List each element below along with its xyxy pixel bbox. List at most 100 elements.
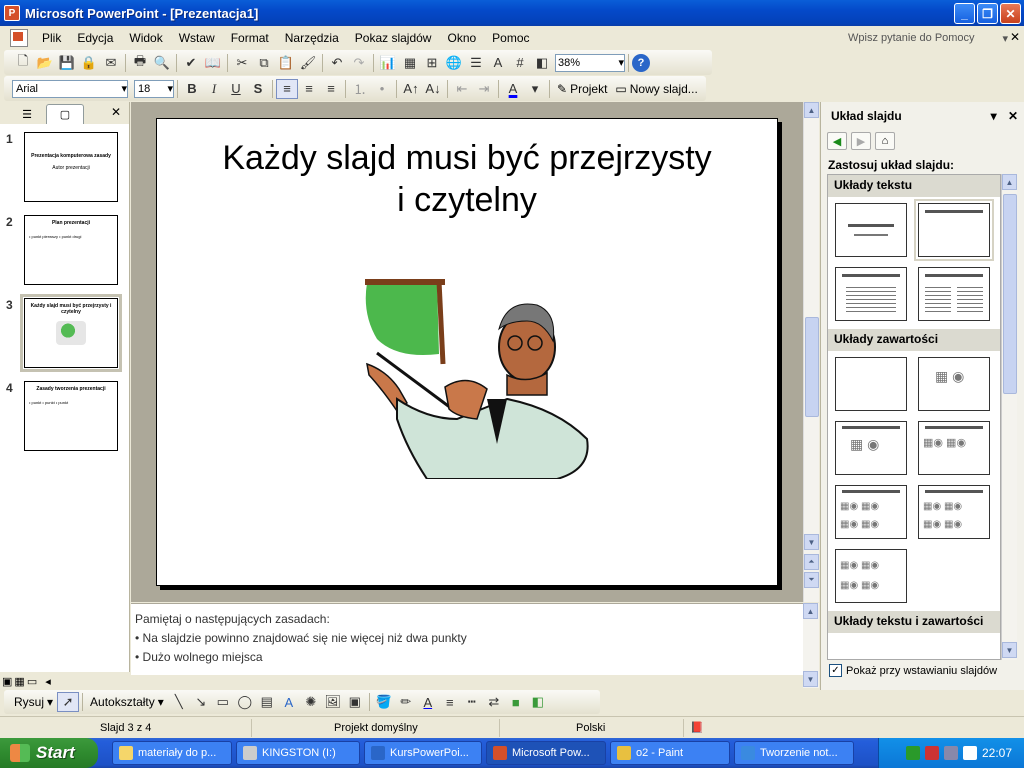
new-slide-button[interactable]: ▭ Nowy slajd... — [611, 82, 701, 96]
layout-title-content-grid-a[interactable]: ▦◉ ▦◉ ▦◉ ▦◉ — [835, 485, 907, 539]
layout-four-content[interactable]: ▦◉ ▦◉ ▦◉ ▦◉ — [835, 549, 907, 603]
align-center-icon[interactable]: ≡ — [298, 79, 320, 99]
taskbar-item[interactable]: KursPowerPoi... — [364, 741, 482, 765]
slide-thumbnail[interactable]: Każdy slajd musi być przejrzysty i czyte… — [20, 294, 122, 372]
spelling-icon[interactable]: ✔ — [180, 53, 202, 73]
chevron-down-icon[interactable]: ▾ — [524, 79, 546, 99]
insert-table-icon[interactable]: ▦ — [399, 53, 421, 73]
dash-style-icon[interactable]: ┅ — [461, 692, 483, 712]
layout-title-only[interactable] — [914, 199, 994, 261]
layout-title-content[interactable]: ▦ ◉ — [835, 421, 907, 475]
3d-style-icon[interactable]: ◧ — [527, 692, 549, 712]
slide-title[interactable]: Każdy slajd musi być przejrzysty i czyte… — [177, 137, 757, 221]
document-icon[interactable] — [10, 29, 28, 47]
insert-hyperlink-icon[interactable]: 🌐 — [443, 53, 465, 73]
show-on-insert-checkbox[interactable]: ✓ — [829, 664, 842, 677]
menu-okno[interactable]: Okno — [439, 31, 484, 45]
notes-scrollbar[interactable]: ▲ ▼ — [803, 603, 819, 688]
line-icon[interactable]: ╲ — [168, 692, 190, 712]
slide-sorter-icon[interactable]: ▦ — [14, 675, 24, 688]
expand-all-icon[interactable]: ☰ — [465, 53, 487, 73]
safely-remove-icon[interactable] — [943, 746, 958, 760]
maximize-button[interactable]: ❐ — [977, 3, 998, 24]
close-button[interactable]: ✕ — [1000, 3, 1021, 24]
slide-thumbnail[interactable]: Zasady tworzenia prezentacji • punkt • p… — [24, 381, 118, 451]
previous-slide-icon[interactable]: ⏶ — [804, 554, 819, 570]
font-color-icon[interactable]: A — [502, 79, 524, 99]
help-icon[interactable]: ? — [632, 53, 650, 72]
bold-button[interactable]: B — [181, 79, 203, 99]
start-button[interactable]: Start — [0, 738, 98, 768]
taskbar-item[interactable]: Microsoft Pow... — [486, 741, 606, 765]
menu-wstaw[interactable]: Wstaw — [171, 31, 223, 45]
scroll-down-icon[interactable]: ▼ — [803, 671, 818, 687]
shadow-button[interactable]: S — [247, 79, 269, 99]
menu-edycja[interactable]: Edycja — [69, 31, 121, 45]
layout-blank[interactable] — [835, 357, 907, 411]
align-right-icon[interactable]: ≡ — [320, 79, 342, 99]
print-preview-icon[interactable]: 🔍 — [151, 53, 173, 73]
security-icon[interactable] — [924, 746, 939, 760]
document-close-button[interactable]: ✕ — [1010, 30, 1020, 44]
menu-format[interactable]: Format — [223, 31, 277, 45]
layout-title-content-grid-b[interactable]: ▦◉ ▦◉ ▦◉ ▦◉ — [918, 485, 990, 539]
scroll-up-icon[interactable]: ▲ — [803, 603, 818, 619]
minimize-button[interactable]: _ — [954, 3, 975, 24]
line-color-icon[interactable]: ✏ — [395, 692, 417, 712]
insert-picture-icon[interactable]: ▣ — [344, 692, 366, 712]
permission-icon[interactable]: 🔒 — [78, 53, 100, 73]
color-grayscale-icon[interactable]: ◧ — [531, 53, 553, 73]
layout-content[interactable]: ▦ ◉ — [918, 357, 990, 411]
cut-icon[interactable]: ✂ — [231, 53, 253, 73]
menu-pokaz-slajdow[interactable]: Pokaz slajdów — [347, 31, 440, 45]
fill-color-icon[interactable]: 🪣 — [373, 692, 395, 712]
save-icon[interactable]: 💾 — [56, 53, 78, 73]
taskbar-item[interactable]: Tworzenie not... — [734, 741, 854, 765]
slide[interactable]: Każdy slajd musi być przejrzysty i czyte… — [156, 118, 778, 586]
open-folder-icon[interactable]: 📂 — [34, 53, 56, 73]
zoom-select[interactable]: 38% ▾ — [555, 53, 625, 72]
design-button[interactable]: ✎ Projekt — [553, 82, 611, 96]
scroll-up-icon[interactable]: ▲ — [804, 102, 819, 118]
new-document-icon[interactable]: 🗋 — [12, 53, 34, 73]
volume-icon[interactable] — [962, 746, 977, 760]
increase-indent-icon[interactable]: ⇥ — [473, 79, 495, 99]
line-style-icon[interactable]: ≡ — [439, 692, 461, 712]
rectangle-icon[interactable]: ▭ — [212, 692, 234, 712]
oval-icon[interactable]: ◯ — [234, 692, 256, 712]
menu-pomoc[interactable]: Pomoc — [484, 31, 537, 45]
scroll-down-icon[interactable]: ▼ — [1002, 642, 1017, 658]
chevron-down-icon[interactable]: ▾ — [991, 109, 997, 123]
next-slide-icon[interactable]: ⏷ — [804, 572, 819, 588]
menu-narzedzia[interactable]: Narzędzia — [277, 31, 347, 45]
slide-thumbnail[interactable]: Prezentacja komputerowa zasady Autor pre… — [24, 132, 118, 202]
copy-icon[interactable]: ⧉ — [253, 53, 275, 73]
format-painter-icon[interactable]: 🖌 — [297, 53, 319, 73]
undo-icon[interactable]: ↶ — [326, 53, 348, 73]
align-left-icon[interactable]: ≡ — [276, 78, 298, 99]
taskbar-item[interactable]: o2 - Paint — [610, 741, 730, 765]
scroll-thumb[interactable] — [1003, 194, 1017, 394]
layout-title-two-content[interactable]: ▦◉ ▦◉ — [918, 421, 990, 475]
show-formatting-icon[interactable]: A — [487, 53, 509, 73]
font-select[interactable]: Arial ▾ — [12, 79, 128, 98]
tab-outline[interactable]: ☰ — [8, 104, 46, 124]
network-icon[interactable] — [905, 746, 920, 760]
menu-widok[interactable]: Widok — [121, 31, 170, 45]
arrow-style-icon[interactable]: ⇄ — [483, 692, 505, 712]
font-color-icon[interactable]: A — [417, 692, 439, 712]
numbering-icon[interactable]: ⒈ — [349, 79, 371, 99]
normal-view-icon[interactable]: ▣ — [2, 675, 12, 688]
print-icon[interactable]: 🖶 — [129, 53, 151, 73]
decrease-font-icon[interactable]: A↓ — [422, 79, 444, 99]
show-grid-icon[interactable]: # — [509, 53, 531, 73]
tab-slides[interactable]: ▢ — [46, 104, 84, 124]
insert-chart-icon[interactable]: 📊 — [377, 53, 399, 73]
forward-icon[interactable]: ▶ — [851, 132, 871, 150]
diagram-icon[interactable]: ✺ — [300, 692, 322, 712]
select-objects-icon[interactable]: ➚ — [57, 692, 80, 712]
layout-scrollbar[interactable]: ▲ ▼ — [1001, 174, 1017, 660]
help-search-input[interactable]: Wpisz pytanie do Pomocy ▾ — [848, 29, 1008, 47]
autoshapes-menu-button[interactable]: Autokształty ▾ — [86, 695, 168, 709]
clipart-icon[interactable]: 🖼 — [322, 692, 344, 712]
